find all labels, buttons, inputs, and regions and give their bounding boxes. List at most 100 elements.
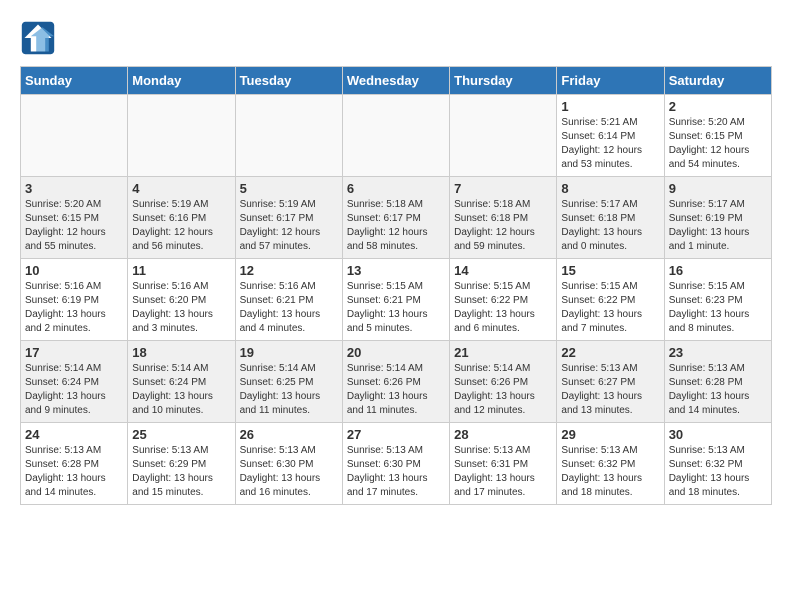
day-header-saturday: Saturday	[664, 67, 771, 95]
day-number: 8	[561, 181, 659, 196]
calendar-cell: 30Sunrise: 5:13 AM Sunset: 6:32 PM Dayli…	[664, 423, 771, 505]
day-number: 11	[132, 263, 230, 278]
day-number: 12	[240, 263, 338, 278]
day-header-thursday: Thursday	[450, 67, 557, 95]
day-number: 5	[240, 181, 338, 196]
day-number: 15	[561, 263, 659, 278]
calendar-cell: 14 Sunrise: 5:15 AM Sunset: 6:22 PM Dayli…	[450, 259, 557, 341]
day-info: Sunrise: 5:15 AM Sunset: 6:23 PM Dayligh…	[669, 280, 767, 336]
day-info: Sunrise: 5:14 AM Sunset: 6:26 PM Dayligh…	[347, 362, 445, 418]
week-row-5: 24 Sunrise: 5:13 AM Sunset: 6:28 PM Dayli…	[21, 423, 772, 505]
calendar-cell: 8 Sunrise: 5:17 AM Sunset: 6:18 PM Daylig…	[557, 177, 664, 259]
calendar-cell: 5 Sunrise: 5:19 AM Sunset: 6:17 PM Daylig…	[235, 177, 342, 259]
calendar-table: SundayMondayTuesdayWednesdayThursdayFrid…	[20, 66, 772, 505]
day-number: 4	[132, 181, 230, 196]
calendar-cell: 1 Sunrise: 5:21 AM Sunset: 6:14 PM Daylig…	[557, 95, 664, 177]
calendar-cell	[128, 95, 235, 177]
day-number: 21	[454, 345, 552, 360]
week-row-2: 3Sunrise: 5:20 AM Sunset: 6:15 PM Daylig…	[21, 177, 772, 259]
calendar-cell: 29 Sunrise: 5:13 AM Sunset: 6:32 PM Dayli…	[557, 423, 664, 505]
day-info: Sunrise: 5:19 AM Sunset: 6:17 PM Dayligh…	[240, 198, 338, 254]
calendar-cell: 15 Sunrise: 5:15 AM Sunset: 6:22 PM Dayli…	[557, 259, 664, 341]
logo-icon	[20, 20, 56, 56]
calendar-cell: 17Sunrise: 5:14 AM Sunset: 6:24 PM Dayli…	[21, 341, 128, 423]
calendar-cell: 6 Sunrise: 5:18 AM Sunset: 6:17 PM Daylig…	[342, 177, 449, 259]
day-number: 23	[669, 345, 767, 360]
day-number: 17	[25, 345, 123, 360]
calendar-cell: 28 Sunrise: 5:13 AM Sunset: 6:31 PM Dayli…	[450, 423, 557, 505]
calendar-cell: 27 Sunrise: 5:13 AM Sunset: 6:30 PM Dayli…	[342, 423, 449, 505]
day-number: 18	[132, 345, 230, 360]
calendar-cell: 19Sunrise: 5:14 AM Sunset: 6:25 PM Dayli…	[235, 341, 342, 423]
day-number: 13	[347, 263, 445, 278]
day-number: 7	[454, 181, 552, 196]
day-info: Sunrise: 5:16 AM Sunset: 6:20 PM Dayligh…	[132, 280, 230, 336]
day-header-monday: Monday	[128, 67, 235, 95]
day-info: Sunrise: 5:15 AM Sunset: 6:22 PM Dayligh…	[454, 280, 552, 336]
page-header	[20, 20, 772, 56]
day-info: Sunrise: 5:13 AM Sunset: 6:28 PM Dayligh…	[669, 362, 767, 418]
day-header-tuesday: Tuesday	[235, 67, 342, 95]
calendar-cell	[235, 95, 342, 177]
header-row: SundayMondayTuesdayWednesdayThursdayFrid…	[21, 67, 772, 95]
calendar-cell	[21, 95, 128, 177]
calendar-cell: 23 Sunrise: 5:13 AM Sunset: 6:28 PM Dayli…	[664, 341, 771, 423]
day-header-friday: Friday	[557, 67, 664, 95]
week-row-4: 17 Sunrise: 5:14 AM Sunset: 6:24 PM Dayli…	[21, 341, 772, 423]
day-info: Sunrise: 5:13 AM Sunset: 6:32 PM Dayligh…	[561, 444, 659, 500]
day-info: Sunrise: 5:13 AM Sunset: 6:31 PM Dayligh…	[454, 444, 552, 500]
day-info: Sunrise: 5:17 AM Sunset: 6:18 PM Dayligh…	[561, 198, 659, 254]
calendar-cell: 21 Sunrise: 5:14 AM Sunset: 6:26 PM Dayli…	[450, 341, 557, 423]
day-number: 6	[347, 181, 445, 196]
day-info: Sunrise: 5:13 AM Sunset: 6:30 PM Dayligh…	[240, 444, 338, 500]
calendar-cell: 11 Sunrise: 5:16 AM Sunset: 6:20 PM Dayli…	[128, 259, 235, 341]
day-info: Sunrise: 5:13 AM Sunset: 6:29 PM Dayligh…	[132, 444, 230, 500]
day-info: Sunrise: 5:15 AM Sunset: 6:22 PM Dayligh…	[561, 280, 659, 336]
day-info: Sunrise: 5:15 AM Sunset: 6:21 PM Dayligh…	[347, 280, 445, 336]
day-number: 1	[561, 99, 659, 114]
day-number: 2	[669, 99, 767, 114]
day-number: 27	[347, 427, 445, 442]
calendar-cell: 7Sunrise: 5:18 AM Sunset: 6:18 PM Daylig…	[450, 177, 557, 259]
day-header-sunday: Sunday	[21, 67, 128, 95]
calendar-cell: 3Sunrise: 5:20 AM Sunset: 6:15 PM Daylig…	[21, 177, 128, 259]
calendar-cell: 9 Sunrise: 5:17 AM Sunset: 6:19 PM Daylig…	[664, 177, 771, 259]
calendar-cell: 25 Sunrise: 5:13 AM Sunset: 6:29 PM Dayli…	[128, 423, 235, 505]
day-number: 22	[561, 345, 659, 360]
calendar-cell: 20 Sunrise: 5:14 AM Sunset: 6:26 PM Dayli…	[342, 341, 449, 423]
week-row-1: 1 Sunrise: 5:21 AM Sunset: 6:14 PM Daylig…	[21, 95, 772, 177]
day-number: 28	[454, 427, 552, 442]
day-number: 20	[347, 345, 445, 360]
calendar-cell	[450, 95, 557, 177]
calendar-cell: 13 Sunrise: 5:15 AM Sunset: 6:21 PM Dayli…	[342, 259, 449, 341]
day-info: Sunrise: 5:14 AM Sunset: 6:26 PM Dayligh…	[454, 362, 552, 418]
day-info: Sunrise: 5:18 AM Sunset: 6:17 PM Dayligh…	[347, 198, 445, 254]
day-number: 14	[454, 263, 552, 278]
day-info: Sunrise: 5:13 AM Sunset: 6:28 PM Dayligh…	[25, 444, 123, 500]
day-number: 24	[25, 427, 123, 442]
day-number: 19	[240, 345, 338, 360]
day-info: Sunrise: 5:16 AM Sunset: 6:19 PM Dayligh…	[25, 280, 123, 336]
day-info: Sunrise: 5:13 AM Sunset: 6:27 PM Dayligh…	[561, 362, 659, 418]
logo	[20, 20, 62, 56]
day-number: 29	[561, 427, 659, 442]
day-number: 9	[669, 181, 767, 196]
day-number: 25	[132, 427, 230, 442]
day-number: 26	[240, 427, 338, 442]
calendar-cell: 22 Sunrise: 5:13 AM Sunset: 6:27 PM Dayli…	[557, 341, 664, 423]
day-info: Sunrise: 5:17 AM Sunset: 6:19 PM Dayligh…	[669, 198, 767, 254]
day-number: 3	[25, 181, 123, 196]
calendar-cell: 26 Sunrise: 5:13 AM Sunset: 6:30 PM Dayli…	[235, 423, 342, 505]
calendar-cell: 10 Sunrise: 5:16 AM Sunset: 6:19 PM Dayli…	[21, 259, 128, 341]
day-info: Sunrise: 5:13 AM Sunset: 6:30 PM Dayligh…	[347, 444, 445, 500]
day-info: Sunrise: 5:20 AM Sunset: 6:15 PM Dayligh…	[669, 116, 767, 172]
calendar-cell: 4Sunrise: 5:19 AM Sunset: 6:16 PM Daylig…	[128, 177, 235, 259]
calendar-cell	[342, 95, 449, 177]
day-number: 16	[669, 263, 767, 278]
day-info: Sunrise: 5:14 AM Sunset: 6:24 PM Dayligh…	[132, 362, 230, 418]
calendar-cell: 2 Sunrise: 5:20 AM Sunset: 6:15 PM Daylig…	[664, 95, 771, 177]
day-info: Sunrise: 5:21 AM Sunset: 6:14 PM Dayligh…	[561, 116, 659, 172]
day-info: Sunrise: 5:13 AM Sunset: 6:32 PM Dayligh…	[669, 444, 767, 500]
calendar-cell: 16 Sunrise: 5:15 AM Sunset: 6:23 PM Dayli…	[664, 259, 771, 341]
day-number: 10	[25, 263, 123, 278]
